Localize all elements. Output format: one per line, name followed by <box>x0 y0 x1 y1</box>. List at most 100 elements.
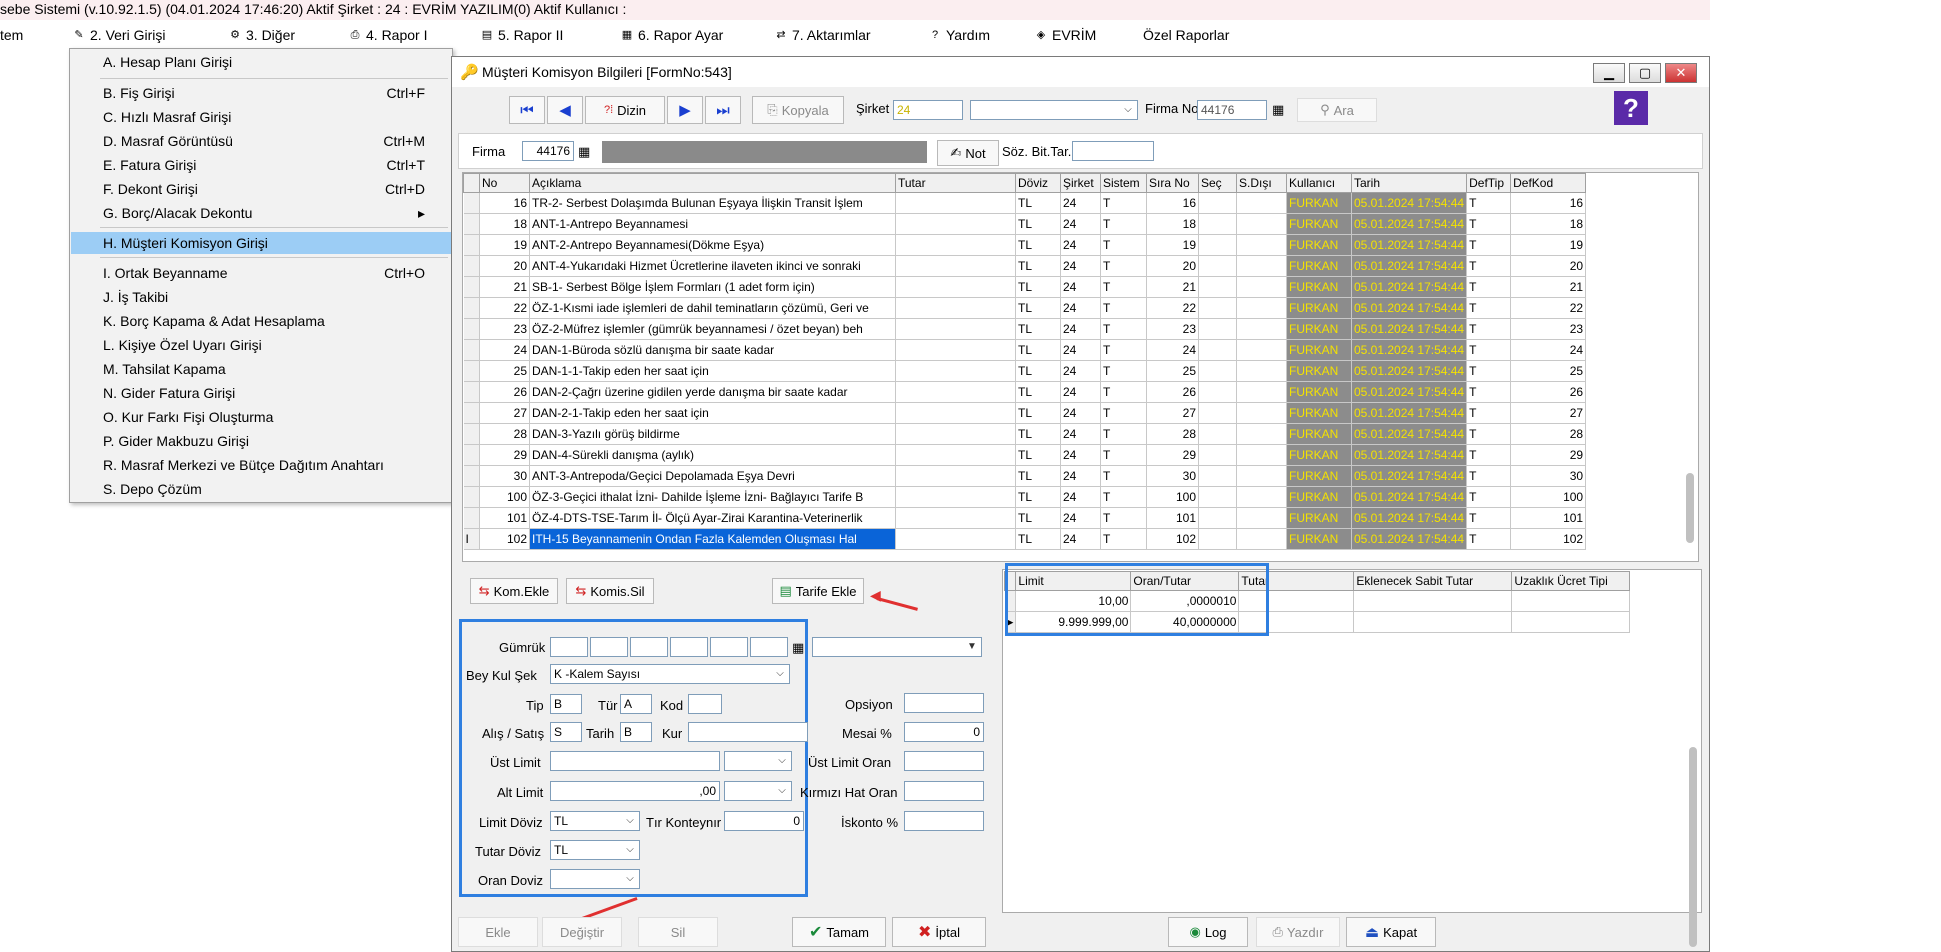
table-row[interactable]: 26 DAN-2-Çağrı üzerine gidilen yerde danı… <box>463 381 1587 403</box>
sec-cell[interactable] <box>1198 465 1237 487</box>
sirket-cell[interactable]: 24 <box>1060 255 1101 277</box>
dd-masraf-goruntusu[interactable]: D. Masraf Görüntüsü Ctrl+M <box>71 130 451 152</box>
tir-konteynir-input[interactable]: 0 <box>724 811 804 831</box>
defkod-cell[interactable]: 16 <box>1510 192 1587 214</box>
sabit-tutar-cell[interactable] <box>1353 590 1513 612</box>
kullanici-cell[interactable]: FURKAN <box>1286 507 1352 529</box>
kullanici-cell[interactable]: FURKAN <box>1286 360 1352 382</box>
col-header[interactable]: Tutar <box>895 173 1016 193</box>
kullanici-cell[interactable]: FURKAN <box>1286 234 1352 256</box>
sira-cell[interactable]: 25 <box>1146 360 1199 382</box>
tur-input[interactable]: A <box>620 694 652 714</box>
deftip-cell[interactable]: T <box>1466 465 1512 487</box>
alt-limit-input[interactable]: ,00 <box>550 781 720 801</box>
firma-input[interactable]: 44176 <box>522 141 574 161</box>
sec-cell[interactable] <box>1198 360 1237 382</box>
gumruk-input-3[interactable] <box>630 637 668 657</box>
tutar-cell[interactable] <box>895 276 1016 298</box>
tutar-cell[interactable] <box>895 339 1016 361</box>
sirket-cell[interactable]: 24 <box>1060 234 1101 256</box>
sistem-cell[interactable]: T <box>1100 423 1147 445</box>
col-header[interactable]: Kullanıcı <box>1286 173 1352 193</box>
oran-doviz-combo[interactable]: ⌵ <box>550 869 640 889</box>
sistem-cell[interactable]: T <box>1100 213 1147 235</box>
no-cell[interactable]: 29 <box>479 444 530 466</box>
deftip-cell[interactable]: T <box>1466 381 1512 403</box>
tutar-cell[interactable] <box>895 528 1016 550</box>
degistir-button[interactable]: Değiştir <box>542 917 622 947</box>
defkod-cell[interactable]: 27 <box>1510 402 1587 424</box>
defkod-cell[interactable]: 19 <box>1510 234 1587 256</box>
tarih-cell[interactable]: 05.01.2024 17:54:44 <box>1351 192 1468 214</box>
tutar-cell[interactable] <box>895 423 1016 445</box>
close-button[interactable]: ✕ <box>1665 63 1697 83</box>
tutar-cell[interactable] <box>895 360 1016 382</box>
dd-gider-makbuzu[interactable]: P. Gider Makbuzu Girişi <box>71 430 451 452</box>
sirket-cell[interactable]: 24 <box>1060 339 1101 361</box>
doviz-cell[interactable]: TL <box>1015 402 1061 424</box>
calculator-icon[interactable]: ▦ <box>578 144 594 160</box>
sistem-cell[interactable]: T <box>1100 192 1147 214</box>
sdisi-cell[interactable] <box>1236 486 1287 508</box>
deftip-cell[interactable]: T <box>1466 423 1512 445</box>
minimize-button[interactable]: ▁ <box>1593 63 1625 83</box>
table-row[interactable]: 21 SB-1- Serbest Bölge İşlem Formları (1 … <box>463 276 1587 298</box>
dd-gider-fatura[interactable]: N. Gider Fatura Girişi <box>71 382 451 404</box>
kur-input[interactable] <box>688 722 808 742</box>
kullanici-cell[interactable]: FURKAN <box>1286 423 1352 445</box>
table-row[interactable]: 29 DAN-4-Sürekli danışma (aylık) TL 24 T 29 FU… <box>463 444 1587 466</box>
sira-cell[interactable]: 28 <box>1146 423 1199 445</box>
dd-borc-kapama[interactable]: K. Borç Kapama & Adat Hesaplama <box>71 310 451 332</box>
dd-kur-farki[interactable]: O. Kur Farkı Fişi Oluşturma <box>71 406 451 428</box>
table-row[interactable]: 23 ÖZ-2-Müfrez işlemler (gümrük beyanname… <box>463 318 1587 340</box>
sdisi-cell[interactable] <box>1236 234 1287 256</box>
sistem-cell[interactable]: T <box>1100 402 1147 424</box>
tarih-cell[interactable]: 05.01.2024 17:54:44 <box>1351 339 1468 361</box>
deftip-cell[interactable]: T <box>1466 528 1512 550</box>
sdisi-cell[interactable] <box>1236 381 1287 403</box>
doviz-cell[interactable]: TL <box>1015 381 1061 403</box>
dd-is-takibi[interactable]: J. İş Takibi <box>71 286 451 308</box>
sirket-cell[interactable]: 24 <box>1060 402 1101 424</box>
defkod-cell[interactable]: 23 <box>1510 318 1587 340</box>
gumruk-input-4[interactable] <box>670 637 708 657</box>
sdisi-cell[interactable] <box>1236 444 1287 466</box>
table-row[interactable]: 18 ANT-1-Antrepo Beyannamesi TL 24 T 18 FURKAN… <box>463 213 1587 235</box>
no-cell[interactable]: 16 <box>479 192 530 214</box>
kullanici-cell[interactable]: FURKAN <box>1286 255 1352 277</box>
doviz-cell[interactable]: TL <box>1015 423 1061 445</box>
table-row[interactable]: I 102 ITH-15 Beyannamenin Ondan Fazla Kale… <box>463 528 1587 550</box>
uzaklik-cell[interactable] <box>1511 590 1631 612</box>
gumruk-input-5[interactable] <box>710 637 748 657</box>
table-row[interactable]: 20 ANT-4-Yukarıdaki Hizmet Ücretlerine il… <box>463 255 1587 277</box>
aciklama-cell[interactable]: ÖZ-2-Müfrez işlemler (gümrük beyannamesi… <box>529 318 896 340</box>
iptal-button[interactable]: ✖ İptal <box>892 917 986 947</box>
sistem-cell[interactable]: T <box>1100 444 1147 466</box>
aciklama-cell[interactable]: ANT-1-Antrepo Beyannamesi <box>529 213 896 235</box>
tarih-cell[interactable]: 05.01.2024 17:54:44 <box>1351 486 1468 508</box>
dd-dekont-girisi[interactable]: F. Dekont Girişi Ctrl+D <box>71 178 451 200</box>
sirket-cell[interactable]: 24 <box>1060 528 1101 550</box>
sistem-cell[interactable]: T <box>1100 339 1147 361</box>
sistem-cell[interactable]: T <box>1100 234 1147 256</box>
tarih-cell[interactable]: 05.01.2024 17:54:44 <box>1351 465 1468 487</box>
ara-button[interactable]: ⚲ Ara <box>1297 98 1377 122</box>
kullanici-cell[interactable]: FURKAN <box>1286 276 1352 298</box>
sistem-cell[interactable]: T <box>1100 486 1147 508</box>
limit-doviz-combo[interactable]: TL ⌵ <box>550 811 640 831</box>
kapat-button[interactable]: ⏏ Kapat <box>1346 917 1436 947</box>
help-icon[interactable]: ? <box>1614 91 1648 125</box>
prev-record-button[interactable]: ◀ <box>547 96 583 124</box>
sil-button[interactable]: Sil <box>638 917 718 947</box>
tarih-cell[interactable]: 05.01.2024 17:54:44 <box>1351 234 1468 256</box>
tamam-button[interactable]: ✔ Tamam <box>792 917 886 947</box>
dizin-button[interactable]: ?⁞ Dizin <box>585 96 665 124</box>
tutar-cell[interactable] <box>895 213 1016 235</box>
defkod-cell[interactable]: 101 <box>1510 507 1587 529</box>
sistem-cell[interactable]: T <box>1100 318 1147 340</box>
tarih-cell[interactable]: 05.01.2024 17:54:44 <box>1351 402 1468 424</box>
sira-cell[interactable]: 24 <box>1146 339 1199 361</box>
aciklama-cell[interactable]: ITH-15 Beyannamenin Ondan Fazla Kalemden… <box>529 528 896 550</box>
sirket-cell[interactable]: 24 <box>1060 444 1101 466</box>
aciklama-cell[interactable]: SB-1- Serbest Bölge İşlem Formları (1 ad… <box>529 276 896 298</box>
